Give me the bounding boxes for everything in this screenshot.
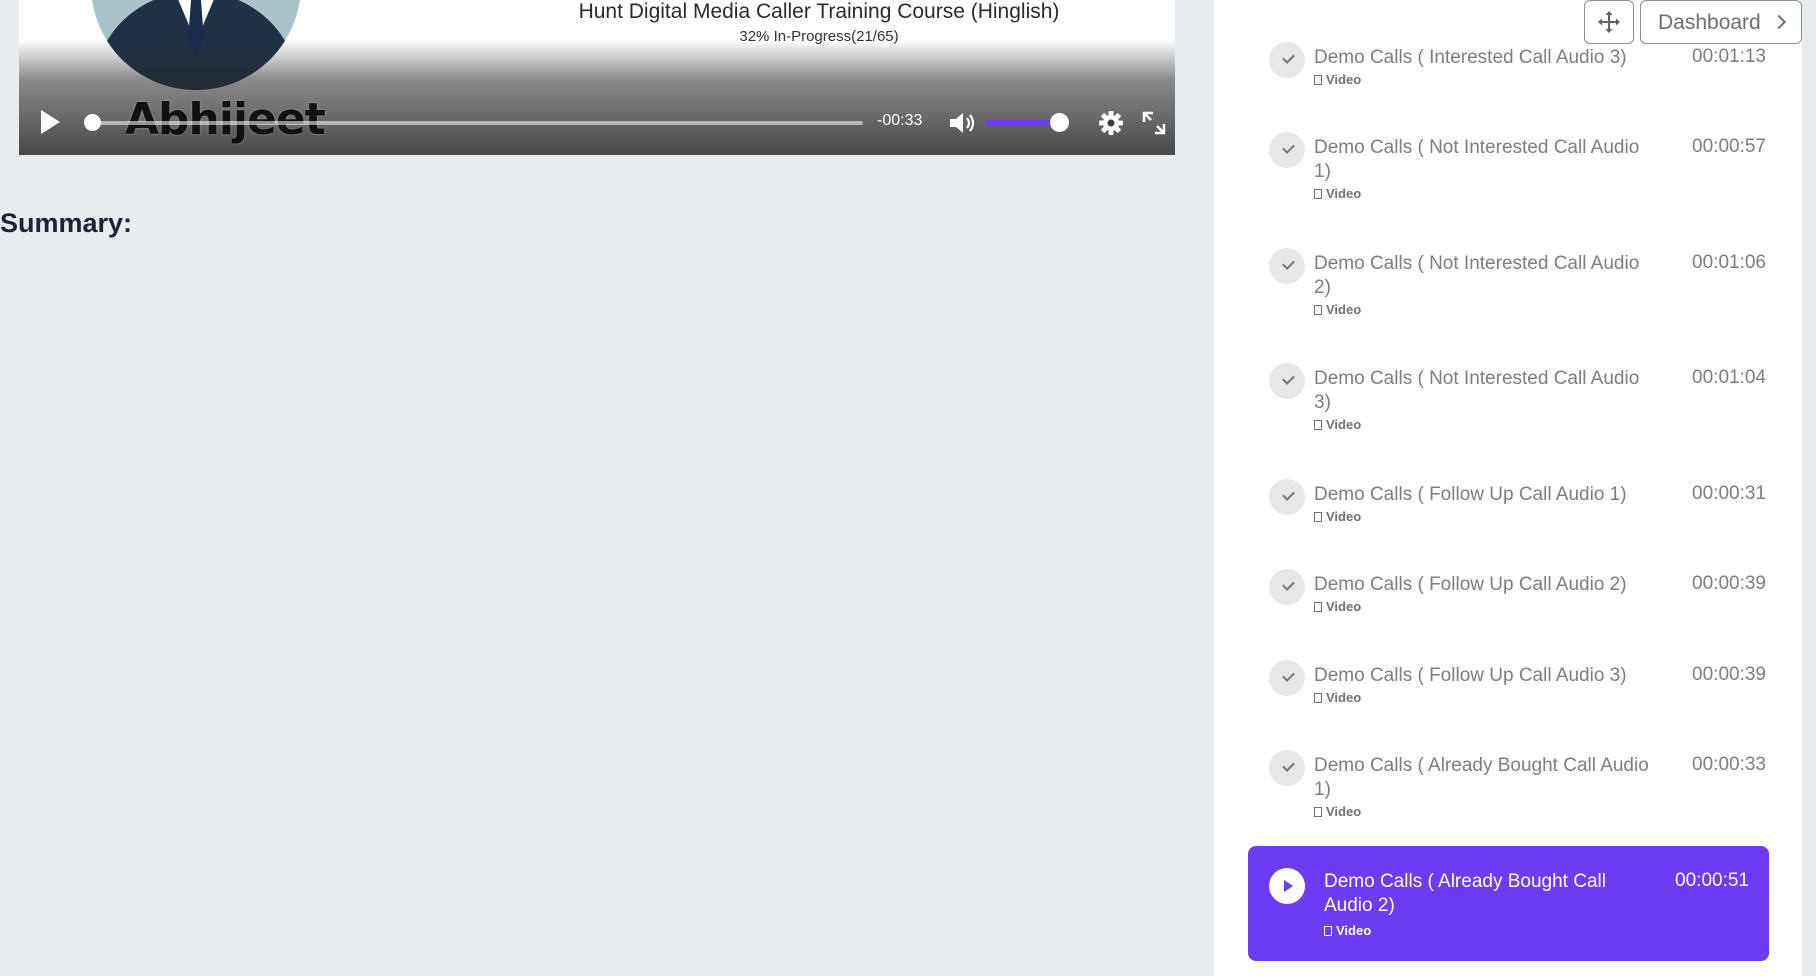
lesson-title: Demo Calls ( Follow Up Call Audio 3) bbox=[1314, 665, 1627, 686]
lesson-duration: 00:01:06 bbox=[1692, 252, 1766, 273]
lesson-type: Video bbox=[1314, 804, 1361, 819]
document-icon bbox=[1314, 189, 1322, 199]
play-icon[interactable] bbox=[41, 110, 60, 134]
lesson-type: Video bbox=[1314, 599, 1361, 614]
check-icon bbox=[1269, 569, 1305, 605]
document-icon bbox=[1314, 693, 1322, 703]
move-arrows-icon bbox=[1598, 11, 1620, 33]
document-icon bbox=[1314, 420, 1322, 430]
check-icon bbox=[1269, 42, 1305, 78]
lesson-type: Video bbox=[1314, 509, 1361, 524]
lesson-duration: 00:01:04 bbox=[1692, 367, 1766, 388]
document-icon bbox=[1314, 512, 1322, 522]
active-lesson-item[interactable]: Demo Calls ( Already Bought Call Audio 2… bbox=[1248, 846, 1769, 961]
lesson-title: Demo Calls ( Not Interested Call Audio 1… bbox=[1314, 137, 1640, 182]
active-lesson-title: Demo Calls ( Already Bought Call Audio 2… bbox=[1324, 871, 1606, 916]
lesson-type: Video bbox=[1314, 186, 1361, 201]
main-content: Hunt Digital Media Caller Training Cours… bbox=[0, 0, 1214, 976]
check-icon bbox=[1269, 660, 1305, 696]
active-lesson-duration: 00:00:51 bbox=[1675, 870, 1749, 891]
active-lesson-type: Video bbox=[1324, 923, 1371, 938]
lesson-type: Video bbox=[1314, 302, 1361, 317]
check-icon bbox=[1269, 750, 1305, 786]
lesson-type: Video bbox=[1314, 417, 1361, 432]
lesson-duration: 00:00:31 bbox=[1692, 483, 1766, 504]
lesson-duration: 00:01:13 bbox=[1692, 46, 1766, 67]
sidebar-scrollbar-gutter bbox=[1802, 0, 1816, 976]
video-overlay-name: Abhijeet bbox=[125, 94, 326, 145]
check-icon bbox=[1269, 248, 1305, 284]
course-title: Hunt Digital Media Caller Training Cours… bbox=[578, 0, 1060, 23]
lesson-title: Demo Calls ( Interested Call Audio 3) bbox=[1314, 47, 1627, 68]
check-icon bbox=[1269, 132, 1305, 168]
dashboard-label: Dashboard bbox=[1658, 11, 1761, 34]
seek-bar[interactable] bbox=[93, 121, 863, 125]
lesson-title: Demo Calls ( Follow Up Call Audio 2) bbox=[1314, 574, 1627, 595]
lesson-duration: 00:00:57 bbox=[1692, 136, 1766, 157]
gear-icon[interactable] bbox=[1098, 110, 1124, 136]
volume-icon[interactable] bbox=[948, 110, 976, 136]
fullscreen-icon[interactable] bbox=[1141, 110, 1167, 136]
video-player[interactable]: Hunt Digital Media Caller Training Cours… bbox=[19, 0, 1175, 155]
time-remaining: -00:33 bbox=[877, 112, 923, 129]
document-icon bbox=[1314, 75, 1322, 85]
lesson-duration: 00:00:39 bbox=[1692, 664, 1766, 685]
lesson-duration: 00:00:39 bbox=[1692, 573, 1766, 594]
lesson-type: Video bbox=[1314, 72, 1361, 87]
move-button[interactable] bbox=[1584, 0, 1634, 44]
check-icon bbox=[1269, 479, 1305, 515]
lesson-title: Demo Calls ( Follow Up Call Audio 1) bbox=[1314, 484, 1627, 505]
lesson-title: Demo Calls ( Not Interested Call Audio 3… bbox=[1314, 368, 1640, 413]
document-icon bbox=[1314, 602, 1322, 612]
document-icon bbox=[1314, 807, 1322, 817]
summary-heading: Summary: bbox=[0, 208, 133, 238]
seek-handle[interactable] bbox=[84, 114, 101, 131]
dashboard-button[interactable]: Dashboard bbox=[1640, 0, 1802, 44]
lesson-title: Demo Calls ( Already Bought Call Audio 1… bbox=[1314, 755, 1649, 800]
document-icon bbox=[1314, 305, 1322, 315]
document-icon bbox=[1324, 926, 1332, 936]
chevron-right-icon bbox=[1771, 14, 1787, 30]
volume-handle[interactable] bbox=[1049, 113, 1069, 132]
play-icon[interactable] bbox=[1269, 868, 1305, 904]
lesson-type: Video bbox=[1314, 690, 1361, 705]
lesson-duration: 00:00:33 bbox=[1692, 754, 1766, 775]
lesson-title: Demo Calls ( Not Interested Call Audio 2… bbox=[1314, 253, 1640, 298]
check-icon bbox=[1269, 363, 1305, 399]
